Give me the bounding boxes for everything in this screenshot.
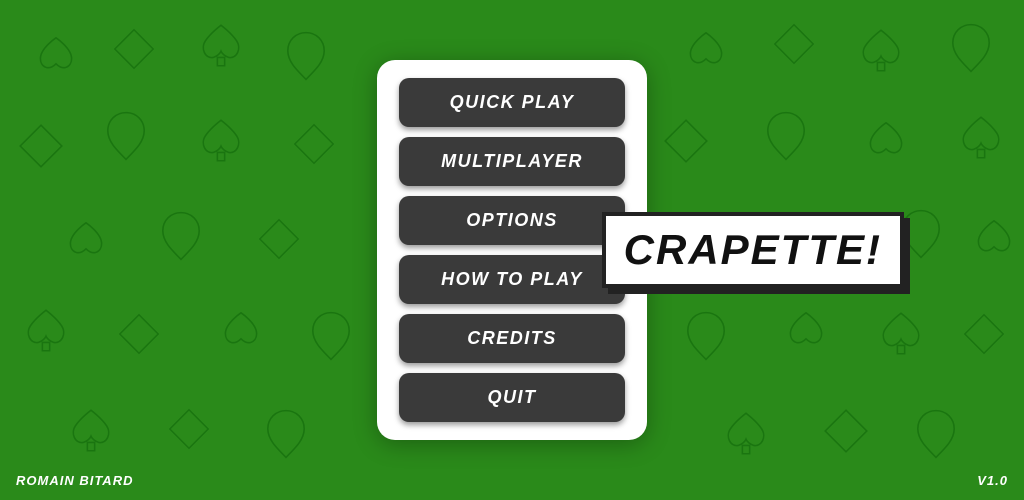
quit-button[interactable]: QUIT bbox=[399, 373, 625, 422]
bg-symbol bbox=[115, 310, 163, 358]
bg-symbol bbox=[195, 20, 247, 72]
bg-symbol bbox=[195, 115, 247, 167]
credits-button[interactable]: CREDITS bbox=[399, 314, 625, 363]
bg-symbol bbox=[155, 210, 207, 262]
bg-symbol bbox=[875, 308, 927, 360]
bg-symbol bbox=[290, 120, 338, 168]
bg-symbol bbox=[945, 22, 997, 74]
bg-symbol bbox=[955, 112, 1007, 164]
bg-symbol bbox=[255, 215, 303, 263]
game-title-box: CRAPETTE! bbox=[602, 212, 904, 288]
bg-symbol bbox=[660, 115, 712, 167]
bg-symbol bbox=[680, 25, 732, 77]
bg-symbol bbox=[15, 120, 67, 172]
bg-symbol bbox=[30, 30, 82, 82]
author-label: ROMAIN BITARD bbox=[16, 473, 133, 488]
bg-symbol bbox=[855, 25, 907, 77]
bg-symbol bbox=[860, 115, 912, 167]
quick-play-button[interactable]: QUICK PLAY bbox=[399, 78, 625, 127]
bg-symbol bbox=[968, 213, 1020, 265]
bg-symbol bbox=[820, 405, 872, 457]
bg-symbol bbox=[60, 215, 112, 267]
options-button[interactable]: OPTIONS bbox=[399, 196, 625, 245]
version-label: V1.0 bbox=[977, 473, 1008, 488]
bg-symbol bbox=[910, 408, 962, 460]
bg-symbol bbox=[305, 310, 357, 362]
bg-symbol bbox=[760, 110, 812, 162]
bg-symbol bbox=[780, 305, 832, 357]
bg-symbol bbox=[680, 310, 732, 362]
bg-symbol bbox=[260, 408, 312, 460]
bg-symbol bbox=[280, 30, 332, 82]
bg-symbol bbox=[960, 310, 1008, 358]
how-to-play-button[interactable]: HOW TO PLAY bbox=[399, 255, 625, 304]
bg-symbol bbox=[20, 305, 72, 357]
bg-symbol bbox=[165, 405, 213, 453]
bg-symbol bbox=[65, 405, 117, 457]
multiplayer-button[interactable]: MULTIPLAYER bbox=[399, 137, 625, 186]
bg-symbol bbox=[770, 20, 818, 68]
bg-symbol bbox=[110, 25, 158, 73]
game-title: CRAPETTE! bbox=[624, 226, 882, 273]
bg-symbol bbox=[100, 110, 152, 162]
bg-symbol bbox=[215, 305, 267, 357]
bg-symbol bbox=[720, 408, 772, 460]
